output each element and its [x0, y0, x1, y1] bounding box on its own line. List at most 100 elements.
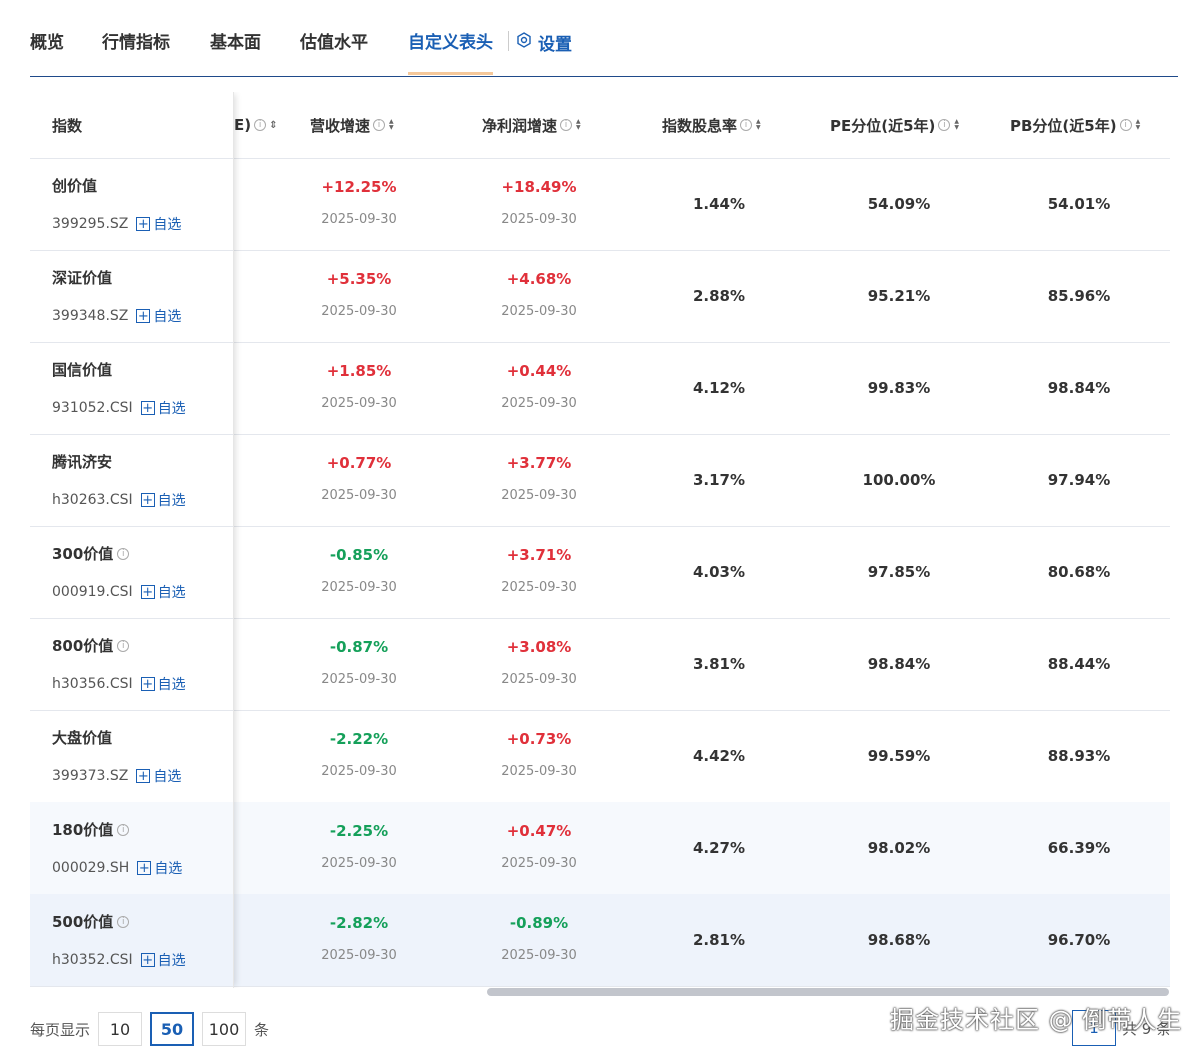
add-watchlist-button[interactable]: + 自选	[136, 766, 181, 786]
sort-icon[interactable]: ▲ ▼	[1136, 119, 1141, 131]
profit-growth-value: +3.08%	[506, 638, 572, 656]
index-name[interactable]: 国信价值	[52, 359, 112, 380]
add-watchlist-button[interactable]: + 自选	[136, 214, 181, 234]
add-watchlist-button[interactable]: + 自选	[140, 398, 186, 418]
index-code-label: h30356.CSI	[52, 676, 133, 692]
revenue-growth-value: -0.87%	[329, 638, 389, 656]
settings-button[interactable]: 设置	[516, 30, 572, 55]
index-name[interactable]: 500价值 i	[52, 911, 130, 932]
info-icon[interactable]: i	[1119, 119, 1132, 131]
table-row[interactable]: 800价值 i h30356.CSI + 自选 -0.87% 2025-09-30 +3.08…	[30, 618, 1170, 711]
revenue-growth-value: +1.85%	[326, 362, 392, 380]
pe-percentile-value: 95.21%	[867, 287, 931, 305]
header-dividend-yield[interactable]: 指数股息率 i ▲ ▼	[662, 92, 761, 158]
profit-growth-value: +3.71%	[506, 546, 572, 564]
info-icon[interactable]: i	[938, 119, 951, 131]
header-pe-percentile[interactable]: PE分位(近5年) i ▲ ▼	[830, 92, 959, 158]
info-icon[interactable]: i	[117, 823, 130, 836]
tab-custom-header[interactable]: 自定义表头	[408, 28, 493, 75]
tab-bar: 概览 行情指标 基本面 估值水平 自定义表头 设置	[30, 0, 1178, 77]
index-name[interactable]: 深证价值	[52, 267, 112, 288]
dividend-yield-value: 4.27%	[692, 839, 746, 857]
index-code: 399373.SZ + 自选	[52, 766, 181, 786]
revenue-growth-date: 2025-09-30	[321, 488, 397, 503]
header-profit-growth[interactable]: 净利润增速 i ▲ ▼	[482, 92, 581, 158]
pb-percentile-value: 85.96%	[1047, 287, 1111, 305]
index-code-label: 399295.SZ	[52, 216, 129, 232]
index-name[interactable]: 300价值 i	[52, 543, 130, 564]
table-header: 指数 E) i ⇕ 营收增速 i ▲ ▼ 净利润增速 i ▲ ▼ 指数股息率 i ▲…	[30, 92, 1170, 159]
info-icon[interactable]: i	[117, 639, 130, 652]
add-watchlist-button[interactable]: + 自选	[137, 858, 182, 878]
table-row[interactable]: 深证价值 399348.SZ + 自选 +5.35% 2025-09-30 +4.68% 20…	[30, 250, 1170, 343]
page-size-50[interactable]: 50	[150, 1012, 195, 1046]
profit-growth-date: 2025-09-30	[501, 304, 577, 319]
pb-percentile-value: 54.01%	[1047, 195, 1111, 213]
revenue-growth-value: +12.25%	[321, 178, 397, 196]
table-row[interactable]: 500价值 i h30352.CSI + 自选 -2.82% 2025-09-30 -0.89…	[30, 894, 1170, 987]
index-code-label: h30352.CSI	[52, 952, 133, 968]
header-pb-percentile[interactable]: PB分位(近5年) i ▲ ▼	[1010, 92, 1140, 158]
add-watchlist-label: 自选	[157, 953, 186, 969]
add-watchlist-label: 自选	[153, 217, 182, 233]
add-watchlist-button[interactable]: + 自选	[140, 674, 186, 694]
tab-valuation[interactable]: 估值水平	[300, 28, 368, 74]
header-profit-growth-label: 净利润增速	[482, 116, 558, 135]
tab-overview[interactable]: 概览	[30, 28, 64, 74]
table-row[interactable]: 大盘价值 399373.SZ + 自选 -2.22% 2025-09-30 +0.73% 20…	[30, 710, 1170, 803]
info-icon[interactable]: i	[560, 119, 573, 131]
index-name[interactable]: 腾讯济安	[52, 451, 112, 472]
index-name[interactable]: 大盘价值	[52, 727, 112, 748]
dividend-yield-value: 1.44%	[692, 195, 746, 213]
profit-growth-value: +3.77%	[506, 454, 572, 472]
add-watchlist-label: 自选	[157, 585, 186, 601]
plus-icon: +	[140, 584, 155, 600]
dividend-yield-value: 2.81%	[692, 931, 746, 949]
pb-percentile-value: 88.44%	[1047, 655, 1111, 673]
index-name[interactable]: 800价值 i	[52, 635, 130, 656]
add-watchlist-label: 自选	[154, 861, 183, 877]
revenue-growth-date: 2025-09-30	[321, 580, 397, 595]
info-icon[interactable]: i	[117, 547, 130, 560]
index-name-label: 大盘价值	[52, 729, 113, 747]
sort-icon[interactable]: ▲ ▼	[756, 119, 761, 131]
tab-fundamentals[interactable]: 基本面	[210, 28, 261, 74]
index-name[interactable]: 180价值 i	[52, 819, 130, 840]
index-name-label: 深证价值	[52, 269, 113, 287]
table-row[interactable]: 300价值 i 000919.CSI + 自选 -0.85% 2025-09-30 +3.71…	[30, 526, 1170, 619]
sort-icon[interactable]: ▲ ▼	[954, 119, 959, 131]
info-icon[interactable]: i	[117, 915, 130, 928]
table-row[interactable]: 180价值 i 000029.SH + 自选 -2.25% 2025-09-30 +0.47%…	[30, 802, 1170, 895]
add-watchlist-button[interactable]: + 自选	[140, 490, 186, 510]
sort-icon[interactable]: ▲ ▼	[389, 119, 394, 131]
page-size-10[interactable]: 10	[98, 1012, 143, 1046]
table-row[interactable]: 国信价值 931052.CSI + 自选 +1.85% 2025-09-30 +0.44% 2…	[30, 342, 1170, 435]
add-watchlist-label: 自选	[153, 309, 182, 325]
tab-market-indicators[interactable]: 行情指标	[102, 28, 170, 74]
gear-icon	[516, 32, 532, 53]
header-revenue-growth[interactable]: 营收增速 i ▲ ▼	[310, 92, 394, 158]
plus-icon: +	[140, 676, 155, 692]
settings-label: 设置	[538, 35, 572, 55]
add-watchlist-button[interactable]: + 自选	[140, 950, 186, 970]
add-watchlist-button[interactable]: + 自选	[136, 306, 181, 326]
info-icon[interactable]: i	[740, 119, 753, 131]
header-index: 指数	[52, 116, 83, 135]
sort-icon[interactable]: ⇕	[269, 120, 277, 131]
table-row[interactable]: 腾讯济安 h30263.CSI + 自选 +0.77% 2025-09-30 +3.77% 2…	[30, 434, 1170, 527]
horizontal-scrollbar[interactable]	[487, 988, 1169, 996]
dividend-yield-value: 4.12%	[692, 379, 746, 397]
revenue-growth-date: 2025-09-30	[321, 304, 397, 319]
info-icon[interactable]: i	[254, 119, 267, 131]
index-code-label: h30263.CSI	[52, 492, 133, 508]
index-name[interactable]: 创价值	[52, 175, 97, 196]
page-size-100[interactable]: 100	[202, 1012, 247, 1046]
profit-growth-date: 2025-09-30	[501, 948, 577, 963]
add-watchlist-button[interactable]: + 自选	[140, 582, 186, 602]
table-row[interactable]: 创价值 399295.SZ + 自选 +12.25% 2025-09-30 +18.49% 2…	[30, 158, 1170, 251]
dividend-yield-value: 4.42%	[692, 747, 746, 765]
plus-icon: +	[137, 860, 152, 876]
info-icon[interactable]: i	[373, 119, 386, 131]
sort-icon[interactable]: ▲ ▼	[576, 119, 581, 131]
watermark: 掘金技术社区 @ 倒带人生	[890, 1006, 1183, 1034]
